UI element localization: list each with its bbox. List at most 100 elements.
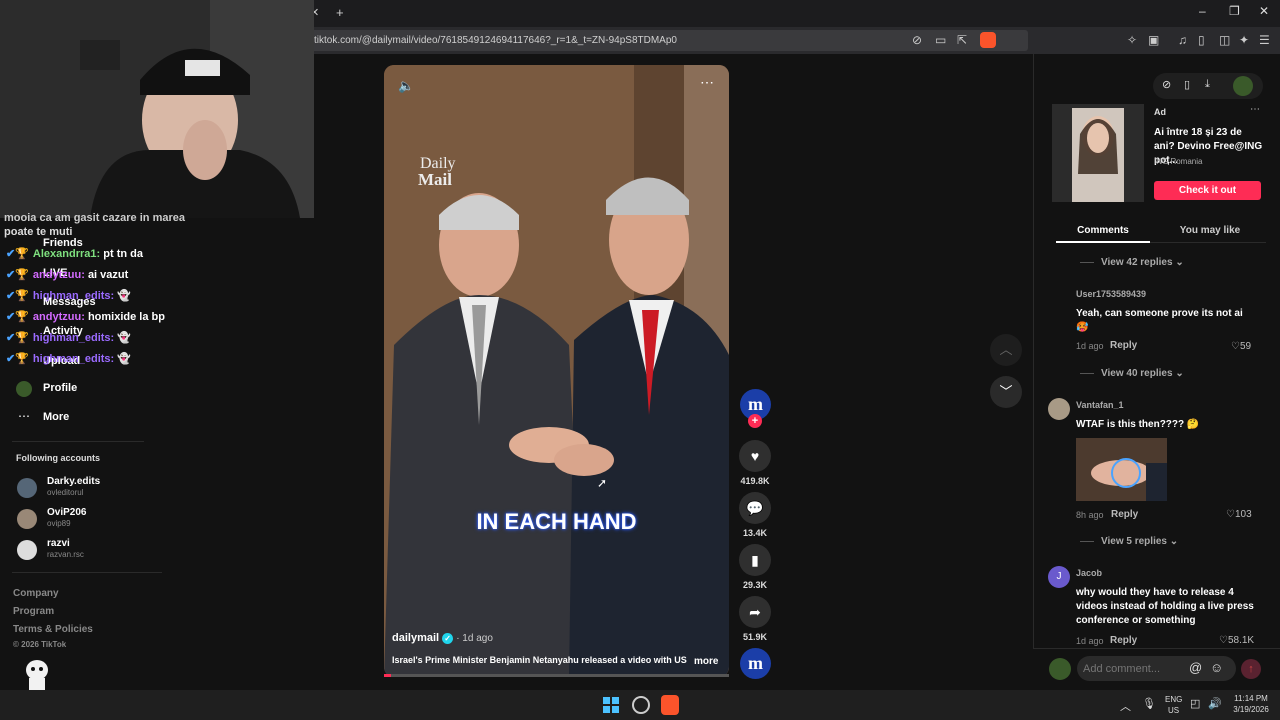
nav-more[interactable]: More <box>43 411 69 423</box>
sound-disc-icon[interactable]: m <box>740 648 771 679</box>
comment-text: why would they have to release 4 videos … <box>1076 587 1254 626</box>
mention-icon[interactable]: @ <box>1189 660 1202 675</box>
download-icon[interactable]: ⤓ <box>1205 78 1210 91</box>
chat-line: ✔🏆 Alexandrra1: pt tn da <box>6 248 143 260</box>
brave-taskbar-icon[interactable] <box>661 695 679 715</box>
follow-plus-icon[interactable]: + <box>748 414 762 428</box>
chevron-down-icon: ⌄ <box>1175 257 1184 268</box>
account-name[interactable]: Darky.edits <box>47 476 100 487</box>
comment-like[interactable]: ♡103 <box>1226 509 1252 520</box>
clock-date[interactable]: 3/19/2026 <box>1228 705 1274 714</box>
wallet-icon[interactable]: ▣ <box>1148 33 1159 47</box>
mouse-cursor-icon: ➚ <box>597 476 608 490</box>
account-name[interactable]: razvi <box>47 538 70 549</box>
reply-button[interactable]: Reply <box>1110 635 1137 646</box>
view-replies-button[interactable]: View 42 replies ⌄ <box>1101 257 1184 268</box>
more-options-icon[interactable]: ⋯ <box>700 74 714 91</box>
avatar[interactable] <box>17 478 37 498</box>
progress-fill <box>384 674 391 677</box>
footer-company-link[interactable]: Company <box>13 588 59 599</box>
avatar[interactable] <box>17 509 37 529</box>
chat-line: ✔🏆 highman_edits: 👻 <box>6 353 131 365</box>
menu-icon[interactable]: ☰ <box>1259 33 1270 47</box>
ad-more-icon[interactable]: ⋯ <box>1250 104 1260 115</box>
view-replies-button[interactable]: View 40 replies ⌄ <box>1101 368 1184 379</box>
more-dots-icon[interactable]: ⋯ <box>18 409 30 423</box>
emoji-icon[interactable]: ☺ <box>1210 660 1223 675</box>
next-video-button[interactable]: ﹀ <box>990 376 1022 408</box>
view-replies-button[interactable]: View 5 replies ⌄ <box>1101 536 1178 547</box>
sidebar-icon[interactable]: ▯ <box>1198 33 1205 47</box>
nav-profile[interactable]: Profile <box>43 382 77 394</box>
share-count: 51.9K <box>742 632 768 642</box>
avatar[interactable]: J <box>1048 566 1070 588</box>
minimize-button[interactable]: – <box>1199 4 1206 18</box>
language-primary[interactable]: ENG <box>1165 695 1182 704</box>
clock-time[interactable]: 11:14 PM <box>1230 694 1272 703</box>
comment-count: 13.4K <box>742 528 768 538</box>
music-icon[interactable]: ♫ <box>1178 33 1187 47</box>
more-link[interactable]: more <box>694 656 718 667</box>
leo-icon[interactable]: ✦ <box>1239 33 1249 47</box>
comment-button[interactable]: 💬 <box>739 492 771 524</box>
chat-line: ✔🏆 andytzuu: ai vazut <box>6 269 129 281</box>
ghost-emote-icon: 👻 <box>117 290 131 302</box>
nav-messages[interactable]: Messages <box>43 296 96 308</box>
obs-icon[interactable] <box>632 696 650 714</box>
ad-brand: ING Romania <box>1154 157 1203 166</box>
microphone-icon[interactable]: 🎙 <box>1142 697 1156 710</box>
no-translate-icon[interactable]: ⊘ <box>912 33 922 47</box>
ad-thumbnail[interactable] <box>1052 104 1144 202</box>
profile-avatar-icon[interactable] <box>16 381 32 397</box>
badge-icon: ✔🏆 <box>6 332 29 344</box>
windows-start-icon[interactable] <box>603 697 619 713</box>
network-icon[interactable]: ◰ <box>1190 697 1200 710</box>
chevron-down-icon: ⌄ <box>1175 368 1184 379</box>
ad-label: Ad <box>1154 107 1166 117</box>
video-author[interactable]: dailymail ✓ · 1d ago <box>392 632 493 644</box>
save-button[interactable]: ▮ <box>739 544 771 576</box>
language-secondary[interactable]: US <box>1168 706 1179 715</box>
phone-icon[interactable]: ▯ <box>1184 78 1190 91</box>
restore-button[interactable]: ❐ <box>1229 4 1240 18</box>
progress-track[interactable] <box>384 674 729 677</box>
window-icon[interactable]: ◫ <box>1219 33 1230 47</box>
avatar[interactable] <box>1048 398 1070 420</box>
share-arrow-icon: ➦ <box>749 604 761 620</box>
share-icon[interactable]: ⇱ <box>957 33 967 47</box>
account-name[interactable]: OviP206 <box>47 507 86 518</box>
comment-like[interactable]: ♡58.1K <box>1219 635 1254 646</box>
badge-icon: ✔🏆 <box>6 353 29 365</box>
comment-username[interactable]: Jacob <box>1076 568 1102 578</box>
like-button[interactable]: ♥ <box>739 440 771 472</box>
reply-button[interactable]: Reply <box>1110 340 1137 351</box>
watermark-line2: Mail <box>418 170 452 189</box>
comment-username[interactable]: Vantafan_1 <box>1076 400 1124 410</box>
avatar[interactable] <box>17 540 37 560</box>
comment-image[interactable] <box>1076 438 1167 501</box>
chat-line: mooia ca am gasit cazare in marea <box>4 212 185 224</box>
volume-icon[interactable]: 🔈 <box>398 78 414 94</box>
ad-cta-button[interactable]: Check it out <box>1154 181 1261 200</box>
share-button[interactable]: ➦ <box>739 596 771 628</box>
prev-video-button[interactable]: ︿ <box>990 334 1022 366</box>
volume-tray-icon[interactable]: 🔊 <box>1208 697 1222 710</box>
coin-icon[interactable]: ⊘ <box>1162 78 1171 91</box>
footer-program-link[interactable]: Program <box>13 606 54 617</box>
extensions-icon[interactable]: ✧ <box>1127 33 1137 47</box>
close-window-button[interactable]: ✕ <box>1259 4 1269 18</box>
chevron-up-icon: ︿ <box>999 342 1013 357</box>
tab-you-may-like[interactable]: You may like <box>1163 225 1257 236</box>
tab-comments[interactable]: Comments <box>1056 225 1150 236</box>
brave-shield-icon[interactable] <box>980 32 996 48</box>
footer-terms-link[interactable]: Terms & Policies <box>13 624 93 635</box>
comment-username[interactable]: User1753589439 <box>1076 289 1146 299</box>
user-avatar[interactable] <box>1233 76 1253 96</box>
new-tab-button[interactable]: + <box>336 5 344 20</box>
reply-button[interactable]: Reply <box>1111 509 1138 520</box>
url-text[interactable]: tiktok.com/@dailymail/video/761854912469… <box>314 35 677 46</box>
tray-chevron-icon[interactable]: ︿ <box>1120 698 1131 714</box>
cast-icon[interactable]: ▭ <box>935 33 946 47</box>
comment-like[interactable]: ♡59 <box>1231 341 1251 352</box>
send-icon[interactable]: ↑ <box>1241 659 1261 679</box>
